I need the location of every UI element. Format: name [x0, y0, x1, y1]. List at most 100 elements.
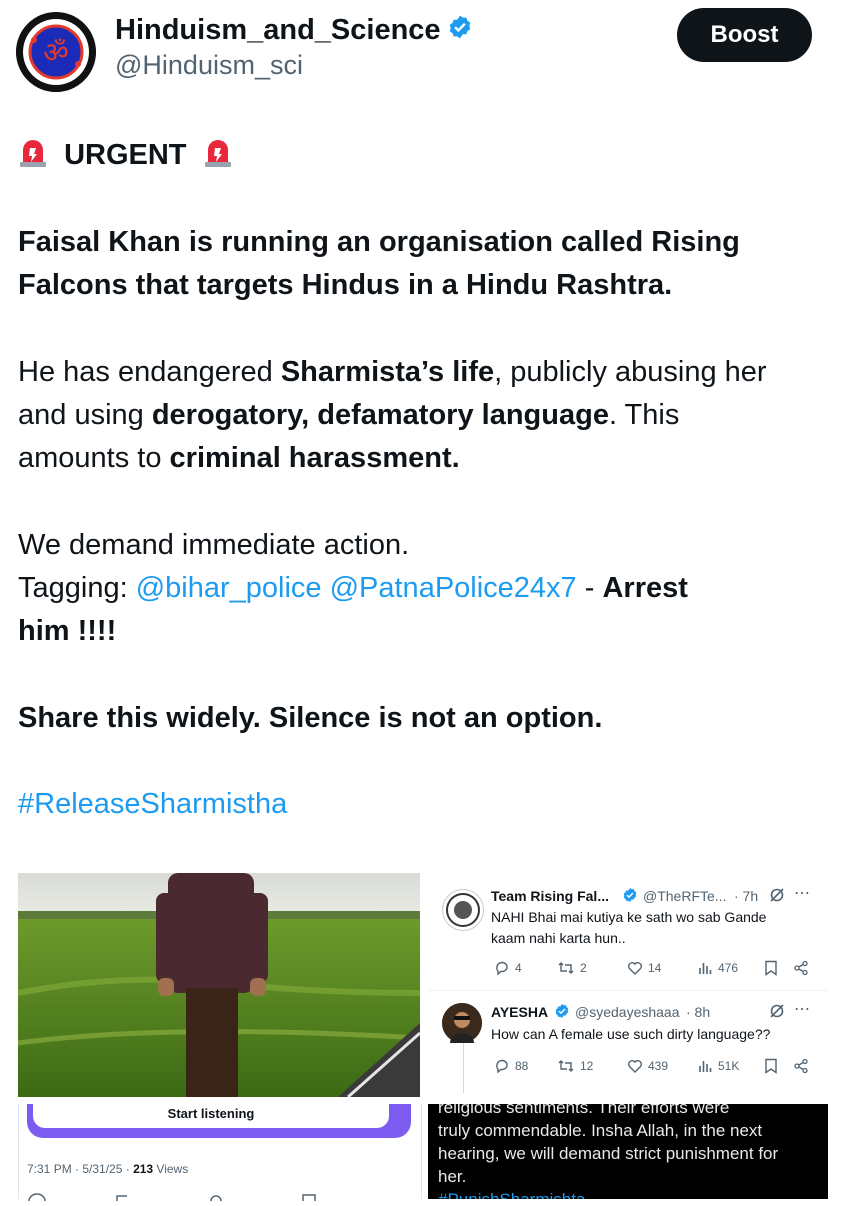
embedded-tweet-name[interactable]: AYESHA: [491, 1004, 548, 1020]
views-icon: [699, 963, 712, 974]
reply-button[interactable]: 4: [494, 960, 522, 976]
reply-icon: [496, 961, 508, 976]
bottom-left-screenshot: Start listening 7:31 PM · 5/31/25 · 213 …: [18, 1104, 422, 1202]
like-count: 439: [648, 1059, 669, 1073]
p2-text: and using: [18, 399, 152, 431]
embedded-tweet-name[interactable]: Team Rising Fal...: [491, 888, 609, 904]
bookmark-icon: [765, 1058, 777, 1074]
verified-badge-icon: [554, 1003, 570, 1024]
embedded-tweet-text: How can A female use such dirty language…: [491, 1026, 771, 1042]
boost-button[interactable]: Boost: [677, 8, 812, 62]
reply-icon: [496, 1059, 508, 1074]
verified-badge-icon: [622, 887, 638, 908]
heart-icon: [628, 962, 642, 975]
repost-count: 12: [580, 1059, 594, 1073]
paragraph-1-line-1: Faisal Khan is running an organisation c…: [18, 226, 740, 258]
repost-button[interactable]: 2: [557, 960, 587, 976]
paragraph-3-line-3: him !!!!: [18, 615, 117, 647]
share-button[interactable]: [793, 1058, 809, 1074]
p3-bold: Arrest: [602, 572, 688, 604]
dark-text-line: truly commendable. Insha Allah, in the n…: [438, 1121, 763, 1140]
embedded-tweet-time: · 7h: [734, 888, 759, 904]
paragraph-3-line-2: Tagging: @bihar_police @PatnaPolice24x7 …: [18, 567, 688, 610]
urgent-line: URGENT: [18, 134, 233, 181]
share-icon: [794, 1058, 808, 1074]
share-button[interactable]: [793, 960, 809, 976]
paragraph-4: Share this widely. Silence is not an opt…: [18, 702, 603, 734]
attached-photo[interactable]: [18, 873, 420, 1097]
mention-link[interactable]: @bihar_police: [136, 572, 322, 604]
p3-text: -: [576, 572, 603, 604]
embedded-tweet-text: NAHI Bhai mai kutiya ke sath wo sab Gand…: [491, 909, 767, 925]
cropped-actions-row: [19, 1188, 419, 1202]
views-icon: [699, 1061, 712, 1072]
bottom-right-screenshot: religious sentiments. Their efforts were…: [428, 1104, 828, 1199]
svg-text:ॐ: ॐ: [43, 36, 69, 69]
heart-icon: [628, 1060, 642, 1073]
urgent-text: URGENT: [64, 139, 187, 171]
views-button[interactable]: 51K: [697, 1058, 739, 1074]
bookmark-icon: [765, 960, 777, 976]
hashtag-link[interactable]: #ReleaseSharmistha: [18, 783, 287, 826]
timestamp-text: 7:31 PM · 5/31/25 ·: [27, 1162, 134, 1176]
p2-text: He has endangered: [18, 356, 281, 388]
repost-icon: [558, 1060, 574, 1072]
grok-icon[interactable]: [769, 887, 785, 908]
thread-line: [463, 1043, 464, 1093]
bookmark-button[interactable]: [764, 1058, 778, 1074]
display-name[interactable]: Hinduism_and_Science: [115, 14, 473, 48]
dark-text-line: religious sentiments. Their efforts were: [438, 1104, 730, 1117]
embedded-tweet-handle[interactable]: @syedayeshaaa: [575, 1004, 680, 1020]
mention-link[interactable]: @PatnaPolice24x7: [330, 572, 577, 604]
more-icon[interactable]: ⋯: [794, 883, 810, 903]
reply-button[interactable]: 88: [494, 1058, 528, 1074]
dark-text-line: hearing, we will demand strict punishmen…: [438, 1144, 779, 1163]
dark-text-line: her.: [438, 1167, 467, 1186]
paragraph-1-line-2: Falcons that targets Hindus in a Hindu R…: [18, 269, 673, 301]
handle[interactable]: @Hinduism_sci: [115, 50, 303, 81]
siren-icon: [18, 136, 48, 181]
repost-button[interactable]: 12: [557, 1058, 593, 1074]
p2-bold: derogatory, defamatory language: [151, 399, 609, 431]
more-icon[interactable]: ⋯: [794, 999, 810, 1019]
embedded-tweets-panel: Team Rising Fal... @TheRFTe... · 7h ⋯ NA…: [428, 873, 828, 1097]
embedded-tweet-time: · 8h: [686, 1004, 711, 1020]
team-avatar-icon[interactable]: [442, 889, 484, 931]
profile-avatar[interactable]: ॐ: [16, 12, 96, 92]
views-button[interactable]: 476: [697, 960, 738, 976]
paragraph-2-line-2: and using derogatory, defamatory languag…: [18, 394, 679, 437]
verified-badge-icon: [447, 14, 473, 48]
embedded-tweet-handle[interactable]: @TheRFTe...: [643, 888, 726, 904]
views-count: 476: [718, 961, 739, 975]
repost-icon: [558, 962, 574, 974]
p2-text: amounts to: [18, 442, 170, 474]
repost-count: 2: [580, 961, 587, 975]
like-button[interactable]: 14: [627, 960, 661, 976]
ayesha-avatar-icon[interactable]: [442, 1003, 482, 1043]
start-listening-button[interactable]: Start listening: [33, 1104, 389, 1128]
reply-count: 4: [515, 961, 522, 975]
tweet-timestamp: 7:31 PM · 5/31/25 · 213 Views: [27, 1162, 188, 1176]
views-label: Views: [153, 1162, 189, 1176]
p2-text: , publicly abusing her: [494, 356, 767, 388]
like-count: 14: [648, 961, 662, 975]
like-button[interactable]: 439: [627, 1058, 668, 1074]
grok-icon[interactable]: [769, 1003, 785, 1024]
man-in-field-image: [18, 873, 420, 1097]
p2-bold: criminal harassment.: [169, 442, 460, 474]
views-count: 51K: [718, 1059, 740, 1073]
share-icon: [794, 960, 808, 976]
paragraph-3-line-1: We demand immediate action.: [18, 529, 410, 561]
display-name-text[interactable]: Hinduism_and_Science: [115, 14, 441, 46]
paragraph-2-line-1: He has endangered Sharmista’s life, publ…: [18, 351, 767, 394]
dark-hashtag-link[interactable]: #PunishSharmishta: [438, 1188, 585, 1199]
om-logo-icon: ॐ: [16, 12, 96, 92]
siren-icon: [203, 136, 233, 181]
paragraph-2-line-3: amounts to criminal harassment.: [18, 437, 460, 480]
tagging-label: Tagging:: [18, 572, 136, 604]
p2-bold: Sharmista’s life: [280, 356, 495, 388]
embedded-tweet-text: kaam nahi karta hun..: [491, 930, 626, 946]
p2-text: . This: [608, 399, 680, 431]
bookmark-button[interactable]: [764, 960, 778, 976]
reply-count: 88: [515, 1059, 529, 1073]
